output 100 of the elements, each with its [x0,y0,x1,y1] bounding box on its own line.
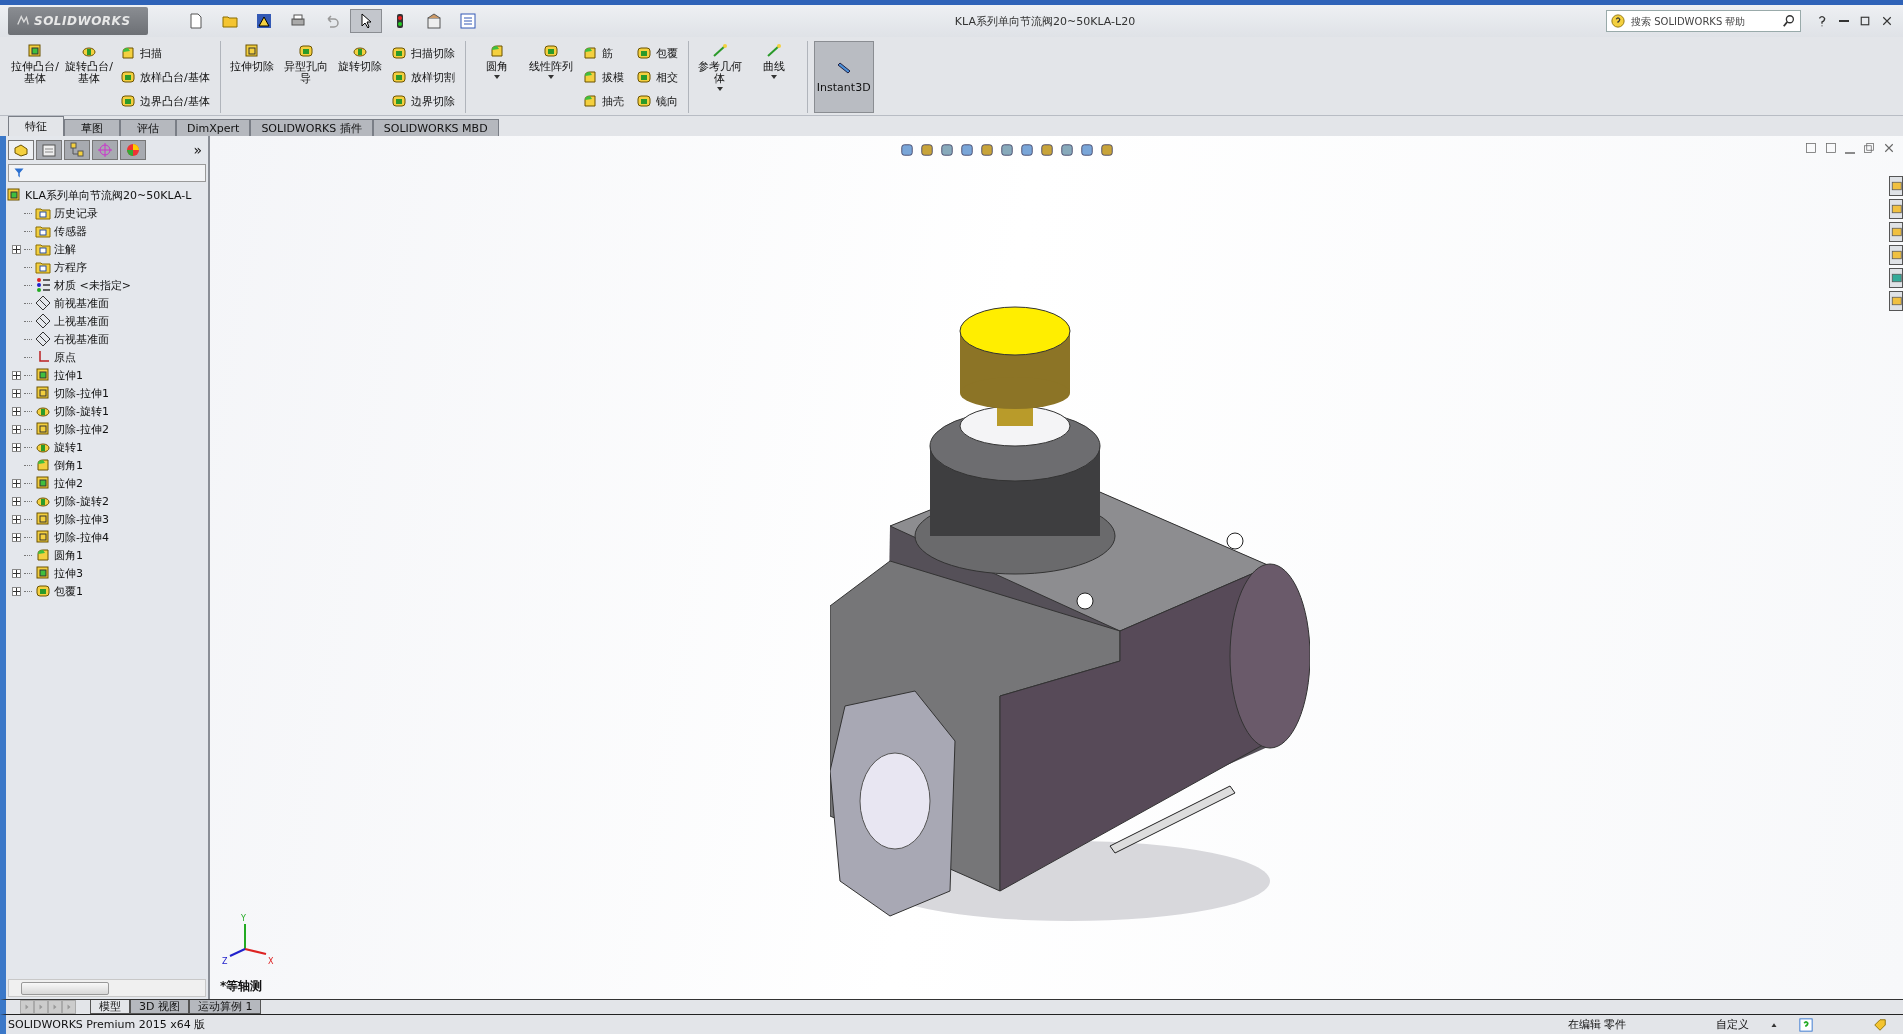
command-tab[interactable]: DimXpert [176,119,251,136]
tree-item[interactable]: 原点 [54,349,76,365]
ribbon-button[interactable]: 线性阵列 [525,41,576,113]
tree-item[interactable]: 右视基准面 [54,331,109,347]
tag-icon [1873,1017,1887,1032]
view-name: *等轴测 [220,978,263,995]
search-box[interactable]: 搜索 SOLIDWORKS 帮助 [1606,10,1801,32]
expand-icon[interactable] [12,388,21,398]
options-icon [426,13,442,29]
command-tab[interactable]: SOLIDWORKS 插件 [250,119,373,136]
ribbon-button[interactable]: 圆角 [471,41,522,113]
ribbon-button[interactable]: 抽壳 [579,89,626,113]
expand-icon[interactable] [12,586,21,596]
command-tab[interactable]: 特征 [8,116,64,136]
expand-icon[interactable] [12,514,21,524]
ribbon-button[interactable]: 放样切割 [388,65,457,89]
panel-tab[interactable] [8,140,34,160]
tree-item[interactable]: 方程序 [54,259,87,275]
command-tab[interactable]: 评估 [120,119,176,136]
search-field[interactable]: 搜索 SOLIDWORKS 帮助 [1629,14,1778,28]
feature-icon [390,45,407,61]
tree-item[interactable]: 注解 [54,241,76,257]
tree-item[interactable]: 包覆1 [54,583,83,599]
ribbon-button[interactable]: 边界切除 [388,89,457,113]
tree-item[interactable]: 切除-拉伸4 [54,529,109,545]
status-text: 在编辑 零件 [1567,1017,1626,1032]
ribbon-button[interactable]: 拔模 [579,65,626,89]
split-view-icon [1805,142,1817,154]
model-tab[interactable]: 模型 [90,1000,130,1014]
tree-item[interactable]: 拉伸1 [54,367,83,383]
ribbon-button[interactable]: 包覆 [633,41,680,65]
filter-field[interactable] [8,164,206,182]
ribbon-button[interactable]: 边界凸台/基体 [118,89,212,113]
feature-tree-icon [13,142,29,158]
units-menu[interactable]: 自定义 [1716,1017,1749,1032]
ribbon-button[interactable]: 旋转切除 [334,41,385,113]
ribbon-button[interactable]: 参考几何体 [694,41,745,113]
tree-item[interactable]: 切除-旋转2 [54,493,109,509]
expand-icon[interactable] [12,244,21,254]
expand-icon[interactable] [12,478,21,488]
tree-item[interactable]: KLA系列单向节流阀20~50KLA-L [25,187,192,203]
feature-icon [390,69,407,85]
material-icon [35,277,51,293]
tree-item[interactable]: 前视基准面 [54,295,109,311]
tree-item[interactable]: 历史记录 [54,205,98,221]
tree-item[interactable]: 切除-旋转1 [54,403,109,419]
window-title: KLA系列单向节流阀20~50KLA-L20 [953,13,1137,29]
feature-icon [635,93,652,109]
tree-item[interactable]: 拉伸2 [54,475,83,491]
tree-item[interactable]: 切除-拉伸3 [54,511,109,527]
task-pane-tab[interactable] [1889,245,1903,265]
ribbon-button[interactable]: 筋 [579,41,626,65]
expand-icon[interactable] [12,568,21,578]
ribbon-button[interactable]: 异型孔向导 [280,41,331,113]
expand-icon[interactable] [12,442,21,452]
panel-tab[interactable] [36,140,62,160]
axis-label: Y [241,914,246,923]
feature-icon [581,69,598,85]
ribbon-button[interactable]: 镜向 [633,89,680,113]
task-pane-tab[interactable] [1889,199,1903,219]
horizontal-scrollbar[interactable] [8,979,206,997]
tree-item[interactable]: 倒角1 [54,457,83,473]
expand-icon[interactable] [12,406,21,416]
tree-item[interactable]: 旋转1 [54,439,83,455]
instant3d-button[interactable]: Instant3D [813,41,874,113]
task-pane-tab[interactable] [1889,176,1903,196]
toolbar-button[interactable] [350,9,382,33]
task-pane-tab[interactable] [1889,268,1903,288]
model-tab[interactable]: 运动算例 1 [188,1000,262,1014]
ribbon-button[interactable]: 曲线 [748,41,799,113]
ribbon-button[interactable]: 拉伸凸台/基体 [10,41,60,113]
expand-icon[interactable] [12,370,21,380]
search-icon [1782,14,1796,28]
command-tab[interactable]: 草图 [64,119,120,136]
maximize-icon [1859,15,1871,27]
tree-item[interactable]: 切除-拉伸2 [54,421,109,437]
ribbon-button[interactable]: 放样凸台/基体 [118,65,212,89]
expand-icon[interactable] [12,496,21,506]
tree-item[interactable]: 上视基准面 [54,313,109,329]
tree-item[interactable]: 圆角1 [54,547,83,563]
tree-item[interactable]: 拉伸3 [54,565,83,581]
ribbon-button[interactable]: 扫描切除 [388,41,457,65]
panel-tab[interactable] [64,140,90,160]
ribbon-button[interactable]: 旋转凸台/基体 [64,41,114,113]
model-tab[interactable]: 3D 视图 [130,1000,189,1014]
feature-icon [765,43,782,59]
ribbon-button[interactable]: 扫描 [118,41,212,65]
ribbon-button[interactable]: 拉伸切除 [226,41,277,113]
tree-item[interactable]: 材质 <未指定> [54,277,131,293]
tree-item[interactable]: 传感器 [54,223,87,239]
task-pane-tab[interactable] [1889,222,1903,242]
panel-tab[interactable] [120,140,146,160]
expand-icon[interactable] [12,532,21,542]
expand-icon[interactable] [12,424,21,434]
task-pane-tab[interactable] [1889,291,1903,311]
tree-item[interactable]: 切除-拉伸1 [54,385,109,401]
feature-icon [243,43,260,59]
ribbon-button[interactable]: 相交 [633,65,680,89]
command-tab[interactable]: SOLIDWORKS MBD [372,119,499,136]
more-tabs-button[interactable]: » [193,142,202,158]
